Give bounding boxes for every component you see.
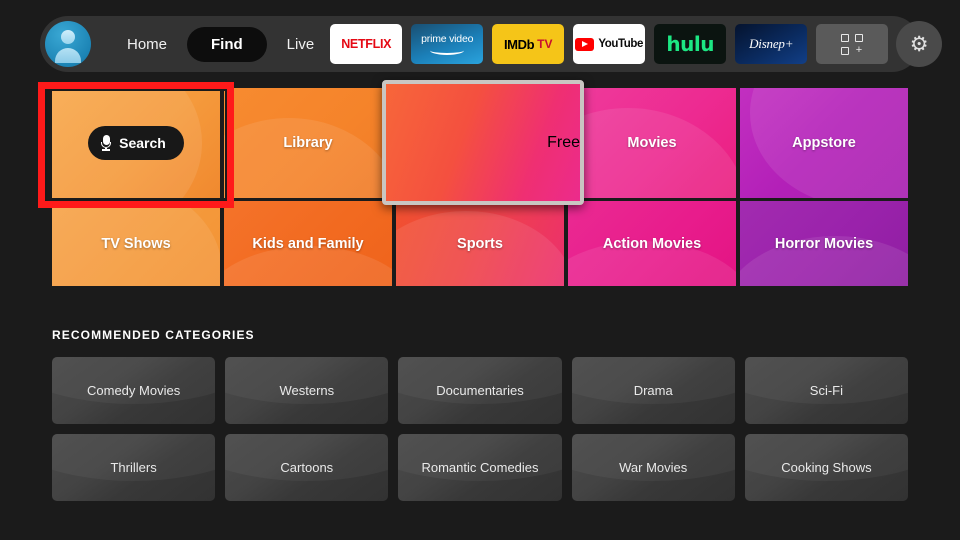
rec-tile-war-movies[interactable]: War Movies xyxy=(571,434,735,501)
rec-label: Romantic Comedies xyxy=(421,460,539,475)
recommended-row-1: Comedy Movies Westerns Documentaries Dra… xyxy=(52,357,909,424)
recommended-categories-grid: Comedy Movies Westerns Documentaries Dra… xyxy=(52,357,909,511)
netflix-logo-text: NETFLIX xyxy=(341,37,392,51)
app-youtube[interactable]: YouTube xyxy=(573,24,646,64)
rec-tile-westerns[interactable]: Westerns xyxy=(225,357,389,424)
rec-tile-romantic-comedies[interactable]: Romantic Comedies xyxy=(398,434,562,501)
disney-plus-logo-text: Disnep+ xyxy=(749,36,794,51)
imdb-tv-suffix: TV xyxy=(537,37,553,51)
tile-action-movies[interactable]: Action Movies xyxy=(568,201,736,286)
nav-item-find[interactable]: Find xyxy=(187,26,267,62)
nav-links: Home Find Live xyxy=(111,26,331,62)
rec-tile-cartoons[interactable]: Cartoons xyxy=(225,434,389,501)
avatar-body-icon xyxy=(55,48,81,63)
nav-item-home[interactable]: Home xyxy=(111,29,183,60)
rec-tile-thrillers[interactable]: Thrillers xyxy=(52,434,216,501)
tile-library-label: Library xyxy=(283,135,333,151)
tile-kids-and-family[interactable]: Kids and Family xyxy=(224,201,392,286)
app-disney-plus[interactable]: Disnep+ xyxy=(735,24,808,64)
profile-avatar[interactable] xyxy=(45,21,91,67)
nav-item-live[interactable]: Live xyxy=(271,29,331,60)
app-shortcuts: NETFLIX prime video IMDb TV YouTube hulu… xyxy=(330,24,889,64)
youtube-logo-text: YouTube xyxy=(598,38,644,50)
avatar-head-icon xyxy=(61,30,75,44)
prime-video-logo-text: prime video xyxy=(421,33,474,45)
tile-horror-movies[interactable]: Horror Movies xyxy=(740,201,908,286)
tile-free-label: Free xyxy=(547,133,580,151)
tile-tv-shows[interactable]: TV Shows xyxy=(52,201,220,286)
rec-label: Comedy Movies xyxy=(87,383,181,398)
rec-tile-cooking-shows[interactable]: Cooking Shows xyxy=(744,434,909,501)
rec-tile-drama[interactable]: Drama xyxy=(571,357,735,424)
search-button-label: Search xyxy=(119,135,166,151)
app-prime-video[interactable]: prime video xyxy=(411,24,484,64)
tile-movies-label: Movies xyxy=(627,135,677,151)
apps-grid-button[interactable]: + xyxy=(816,24,889,64)
recommended-row-2: Thrillers Cartoons Romantic Comedies War… xyxy=(52,434,909,501)
gear-icon: ⚙ xyxy=(909,32,929,56)
search-button[interactable]: Search xyxy=(88,126,184,160)
hulu-logo-text: hulu xyxy=(666,32,714,56)
imdb-logo-text: IMDb xyxy=(503,36,535,52)
top-navigation-bar: Home Find Live NETFLIX prime video IMDb … xyxy=(40,16,943,72)
app-hulu[interactable]: hulu xyxy=(654,24,727,64)
tile-search[interactable]: Search xyxy=(52,88,220,198)
rec-tile-comedy-movies[interactable]: Comedy Movies xyxy=(52,357,216,424)
grid-add-icon: + xyxy=(841,33,864,55)
tile-library[interactable]: Library xyxy=(224,88,392,198)
amazon-smile-icon xyxy=(430,46,465,55)
tile-kids-and-family-label: Kids and Family xyxy=(252,235,364,252)
fire-tv-find-screen: Home Find Live NETFLIX prime video IMDb … xyxy=(0,0,960,540)
rec-label: Thrillers xyxy=(110,460,157,475)
rec-label: Documentaries xyxy=(436,383,524,398)
youtube-play-icon xyxy=(575,37,595,51)
tile-appstore-label: Appstore xyxy=(792,135,856,151)
rec-label: Westerns xyxy=(279,383,335,398)
microphone-icon xyxy=(101,135,112,151)
tile-movies[interactable]: Movies xyxy=(568,88,736,198)
app-imdb-tv[interactable]: IMDb TV xyxy=(492,24,565,64)
rec-label: War Movies xyxy=(619,460,688,475)
rec-label: Sci-Fi xyxy=(809,383,844,398)
recommended-categories-title: RECOMMENDED CATEGORIES xyxy=(52,328,255,342)
tile-action-movies-label: Action Movies xyxy=(602,235,702,252)
settings-button[interactable]: ⚙ xyxy=(896,21,943,67)
rec-label: Drama xyxy=(633,383,673,398)
rec-label: Cooking Shows xyxy=(781,460,872,475)
app-netflix[interactable]: NETFLIX xyxy=(330,24,403,64)
tile-sports[interactable]: Sports xyxy=(396,201,564,286)
rec-label: Cartoons xyxy=(280,460,334,475)
tile-appstore[interactable]: Appstore xyxy=(740,88,908,198)
tile-sports-label: Sports xyxy=(457,235,503,252)
tile-tv-shows-label: TV Shows xyxy=(101,235,171,252)
hero-tile-grid: Search Library Movies Appstore TV Shows … xyxy=(52,80,908,288)
rec-tile-sci-fi[interactable]: Sci-Fi xyxy=(744,357,909,424)
rec-tile-documentaries[interactable]: Documentaries xyxy=(398,357,562,424)
tile-free-focused[interactable]: Free xyxy=(382,80,584,205)
tile-horror-movies-label: Horror Movies xyxy=(774,235,874,252)
